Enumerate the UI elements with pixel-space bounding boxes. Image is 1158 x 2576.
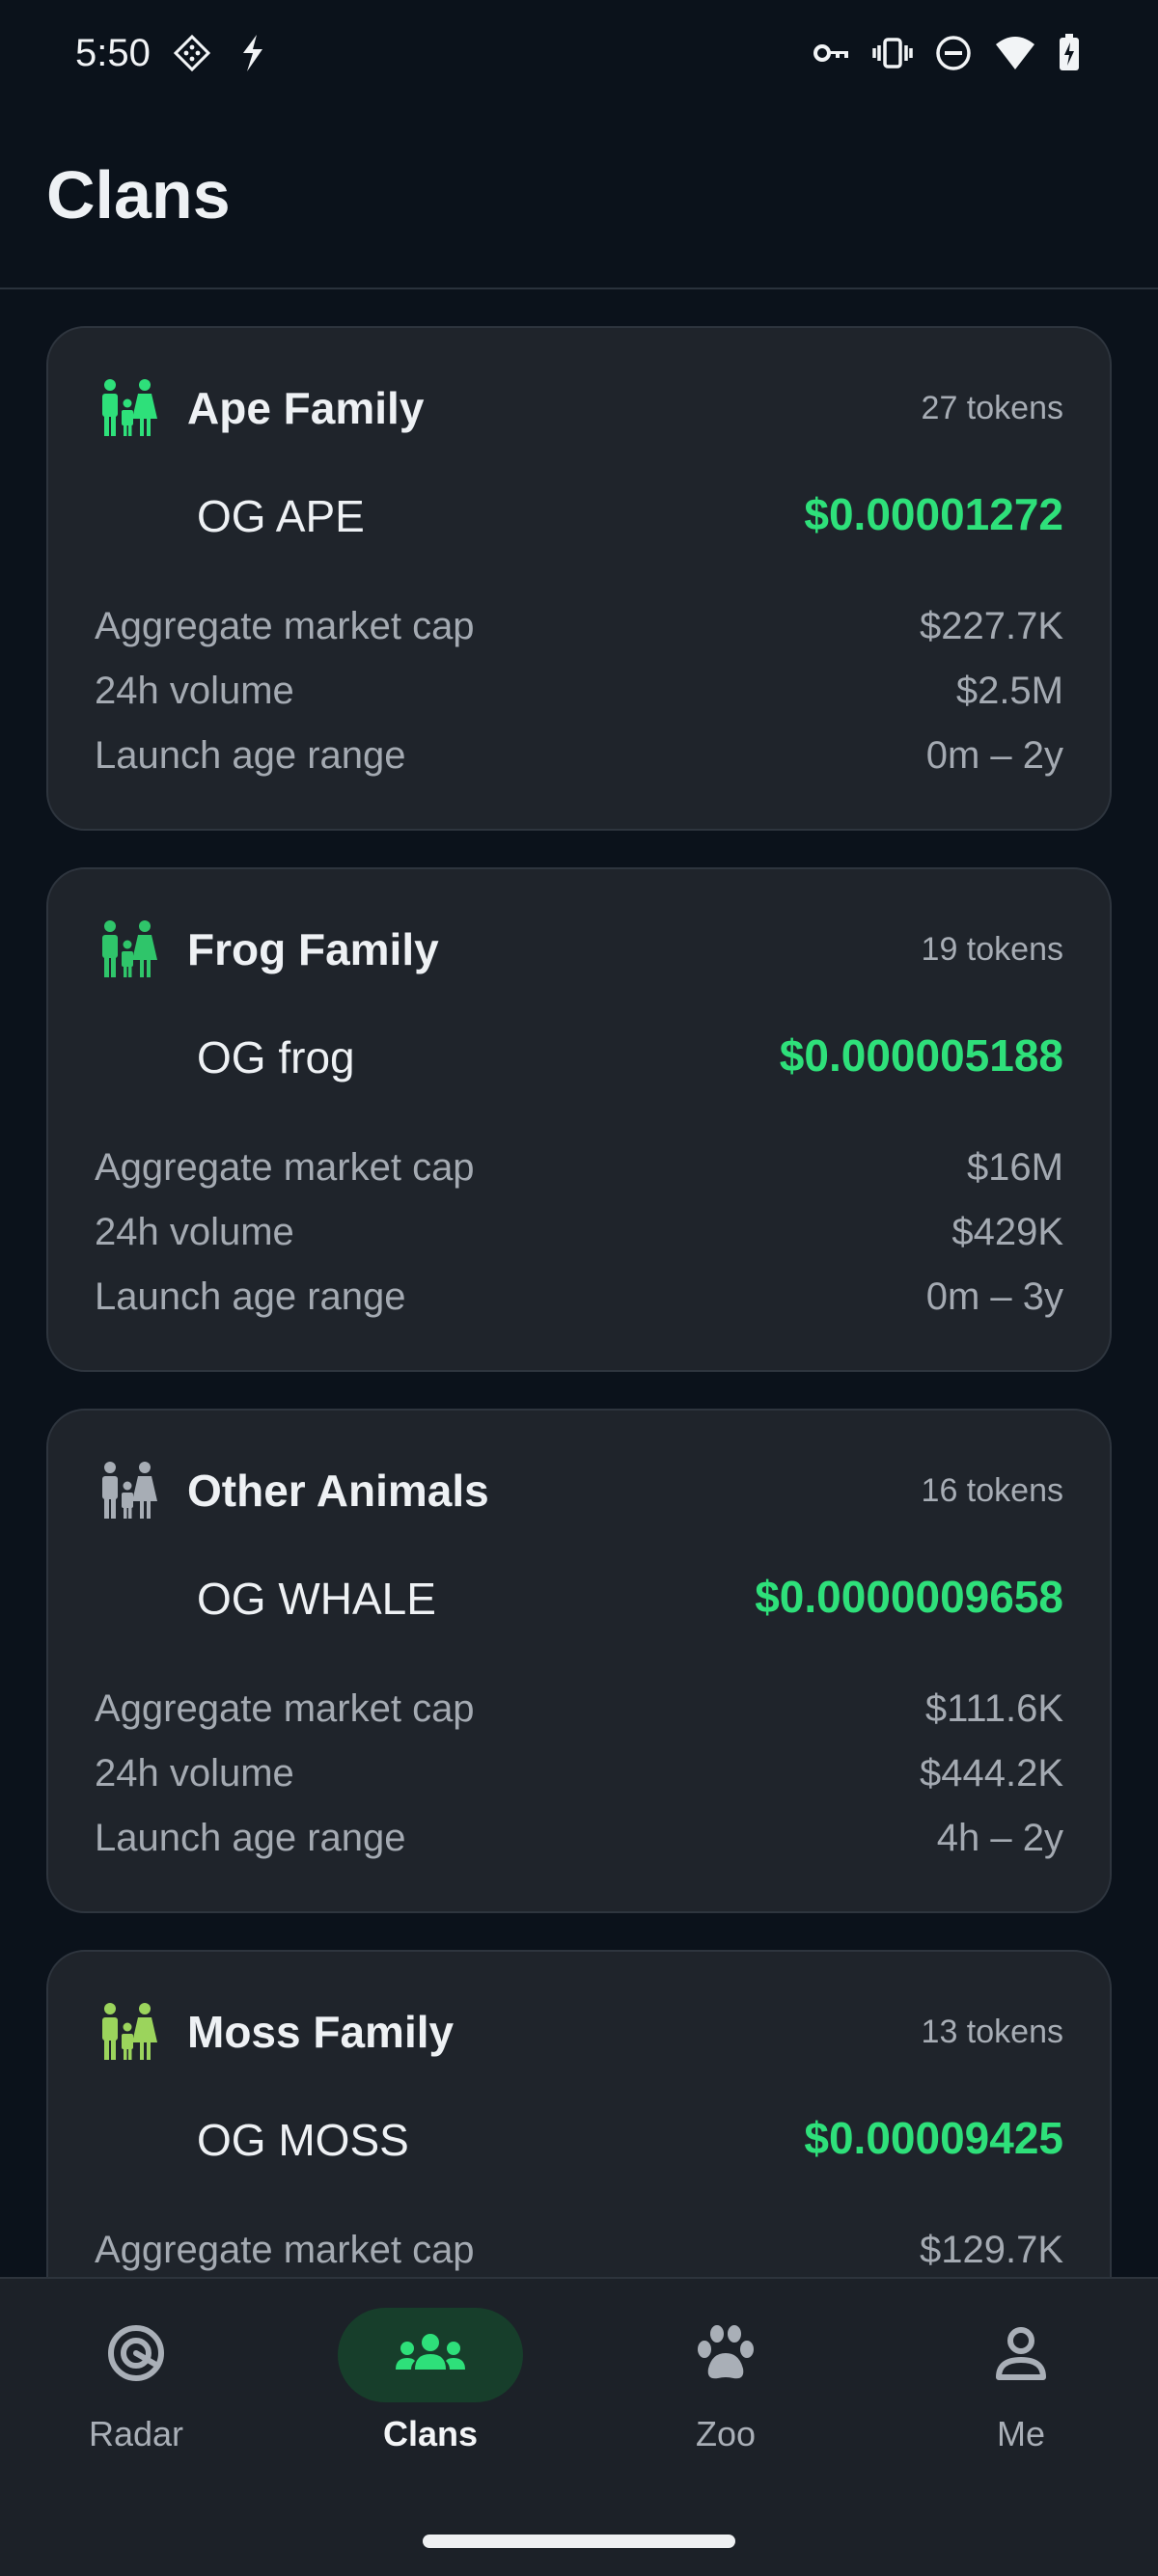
stat-label: Aggregate market cap xyxy=(95,2228,475,2271)
nav-label: Radar xyxy=(88,2414,184,2453)
bottom-navigation: Radar Clans Zoo Me xyxy=(0,2277,1158,2576)
stat-value: 4h – 2y xyxy=(936,1816,1063,1859)
og-token-price: $0.0000009658 xyxy=(755,1572,1063,1622)
nav-item-radar[interactable]: Radar xyxy=(40,2308,233,2501)
stat-row-market-cap: Aggregate market cap $129.7K xyxy=(95,2226,1063,2274)
nav-pill xyxy=(43,2308,229,2402)
stat-row-launch-age: Launch age range 4h – 2y xyxy=(95,1814,1063,1862)
app-header: Clans xyxy=(0,106,1158,289)
token-count: 13 tokens xyxy=(921,2014,1063,2050)
family-icon xyxy=(96,2000,158,2062)
clan-card-other-animals[interactable]: Other Animals 16 tokens OG WHALE $0.0000… xyxy=(46,1409,1112,1913)
vibrate-icon xyxy=(872,37,913,69)
stat-row-launch-age: Launch age range 0m – 2y xyxy=(95,731,1063,780)
clan-name: Frog Family xyxy=(187,924,439,974)
clan-list[interactable]: Ape Family 27 tokens OG APE $0.00001272 … xyxy=(0,291,1158,2277)
token-count: 27 tokens xyxy=(921,390,1063,426)
og-token-name: OG MOSS xyxy=(197,2115,409,2165)
nav-pill-active xyxy=(338,2308,523,2402)
clan-card-frog-family[interactable]: Frog Family 19 tokens OG frog $0.0000051… xyxy=(46,867,1112,1372)
nav-label: Clans xyxy=(382,2414,479,2453)
stat-value: $129.7K xyxy=(919,2228,1063,2271)
family-icon xyxy=(96,918,158,979)
nav-item-me[interactable]: Me xyxy=(924,2308,1117,2501)
group-icon xyxy=(394,2331,467,2380)
nav-pill xyxy=(633,2308,818,2402)
stat-label: Aggregate market cap xyxy=(95,604,475,647)
wifi-icon xyxy=(994,35,1036,71)
og-token-name: OG WHALE xyxy=(197,1574,436,1624)
stat-value: $444.2K xyxy=(919,1751,1063,1795)
stat-label: Aggregate market cap xyxy=(95,1145,475,1189)
stat-row-volume: 24h volume $429K xyxy=(95,1208,1063,1256)
stat-value: $111.6K xyxy=(924,1686,1063,1730)
clan-name: Moss Family xyxy=(187,2007,455,2057)
stat-value: $16M xyxy=(966,1145,1063,1189)
nav-pill xyxy=(928,2308,1114,2402)
stat-row-market-cap: Aggregate market cap $16M xyxy=(95,1143,1063,1192)
stat-label: Launch age range xyxy=(95,1274,406,1318)
vpn-key-icon xyxy=(813,39,851,68)
og-token-name: OG APE xyxy=(197,491,365,541)
stat-row-volume: 24h volume $444.2K xyxy=(95,1749,1063,1797)
stat-label: Launch age range xyxy=(95,733,406,777)
token-count: 16 tokens xyxy=(921,1472,1063,1509)
status-time: 5:50 xyxy=(75,31,151,74)
status-bar: 5:50 xyxy=(0,0,1158,106)
stat-value: 0m – 3y xyxy=(925,1274,1063,1318)
nav-label: Me xyxy=(996,2414,1045,2453)
do-not-disturb-icon xyxy=(934,34,973,72)
home-indicator[interactable] xyxy=(423,2535,735,2548)
stat-label: Aggregate market cap xyxy=(95,1686,475,1730)
clan-name: Other Animals xyxy=(187,1466,489,1516)
nav-item-zoo[interactable]: Zoo xyxy=(629,2308,822,2501)
stat-row-volume: 24h volume $2.5M xyxy=(95,667,1063,715)
clan-card-ape-family[interactable]: Ape Family 27 tokens OG APE $0.00001272 … xyxy=(46,326,1112,831)
flash-icon xyxy=(234,32,272,74)
stat-value: $429K xyxy=(951,1210,1063,1253)
clan-card-moss-family[interactable]: Moss Family 13 tokens OG MOSS $0.0000942… xyxy=(46,1950,1112,2277)
stat-label: Launch age range xyxy=(95,1816,406,1859)
stat-value: $227.7K xyxy=(919,604,1063,647)
nav-item-clans[interactable]: Clans xyxy=(334,2308,527,2501)
clan-name: Ape Family xyxy=(187,383,425,433)
stat-label: 24h volume xyxy=(95,1751,294,1795)
radar-icon xyxy=(106,2323,166,2388)
family-icon xyxy=(96,1459,158,1521)
person-icon xyxy=(994,2325,1048,2386)
og-token-price: $0.000005188 xyxy=(779,1030,1063,1081)
stat-row-launch-age: Launch age range 0m – 3y xyxy=(95,1273,1063,1321)
stat-row-market-cap: Aggregate market cap $227.7K xyxy=(95,602,1063,650)
og-token-name: OG frog xyxy=(197,1032,355,1082)
page-title: Clans xyxy=(46,157,231,233)
stat-row-market-cap: Aggregate market cap $111.6K xyxy=(95,1685,1063,1733)
stat-value: 0m – 2y xyxy=(925,733,1063,777)
game-controller-icon xyxy=(172,33,212,73)
stat-value: $2.5M xyxy=(955,669,1063,712)
paw-icon xyxy=(695,2324,757,2387)
og-token-price: $0.00001272 xyxy=(804,489,1063,539)
token-count: 19 tokens xyxy=(921,931,1063,968)
battery-charging-icon xyxy=(1058,34,1081,72)
og-token-price: $0.00009425 xyxy=(804,2113,1063,2163)
nav-label: Zoo xyxy=(695,2414,757,2453)
stat-label: 24h volume xyxy=(95,1210,294,1253)
family-icon xyxy=(96,376,158,438)
stat-label: 24h volume xyxy=(95,669,294,712)
